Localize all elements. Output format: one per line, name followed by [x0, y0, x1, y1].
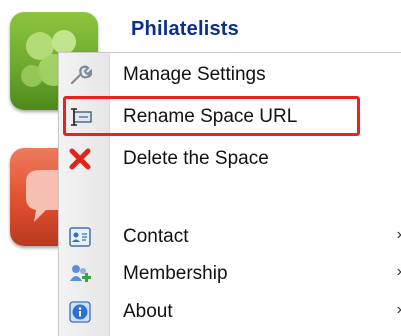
- menu-item-about[interactable]: About ›: [59, 295, 401, 329]
- menu-item-label: Membership: [123, 263, 228, 284]
- wrench-icon: [68, 63, 93, 87]
- menu-item-label: Delete the Space: [123, 148, 269, 169]
- membership-icon: [68, 262, 92, 286]
- delete-x-icon: [68, 147, 92, 171]
- contact-card-icon: [68, 225, 92, 249]
- menu-item-manage-settings[interactable]: Manage Settings: [59, 58, 401, 92]
- menu-item-contact[interactable]: Contact ›: [59, 220, 401, 254]
- submenu-arrow-icon: ›: [397, 301, 401, 319]
- space-title[interactable]: Philatelists: [131, 18, 239, 41]
- menu-item-membership[interactable]: Membership ›: [59, 257, 401, 291]
- submenu-arrow-icon: ›: [397, 263, 401, 281]
- context-menu: Manage Settings Rename Space URL Delete …: [58, 52, 401, 336]
- menu-item-label: Contact: [123, 226, 189, 247]
- menu-item-label: About: [123, 301, 173, 322]
- highlight-box: [63, 96, 360, 136]
- submenu-arrow-icon: ›: [397, 226, 401, 244]
- menu-item-delete-space[interactable]: Delete the Space: [59, 142, 401, 176]
- menu-item-label: Manage Settings: [123, 64, 266, 85]
- info-icon: [68, 300, 92, 324]
